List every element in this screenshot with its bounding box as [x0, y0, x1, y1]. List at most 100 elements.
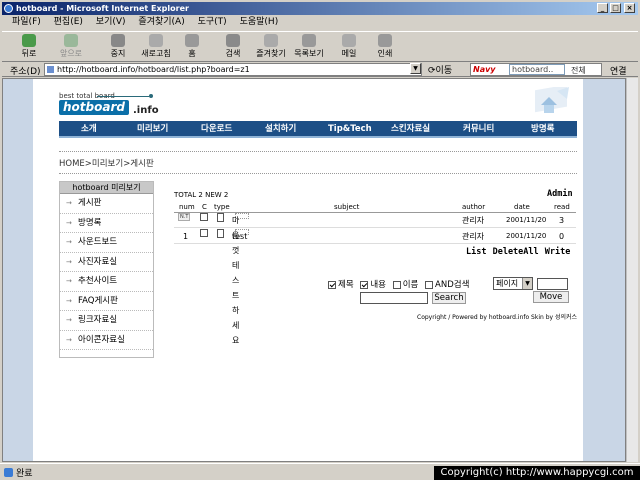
minimize-button[interactable]: _: [597, 3, 608, 13]
arrow-icon: →: [66, 218, 72, 227]
col-type: type: [214, 203, 230, 211]
sidebar-item-icons[interactable]: → 아이콘자료실: [60, 331, 153, 350]
name-checkbox[interactable]: [392, 280, 401, 289]
post-author[interactable]: 관리자: [462, 213, 484, 228]
sidebar-item-board[interactable]: → 게시판: [60, 194, 153, 214]
nav-item-community[interactable]: 커뮤니티: [463, 121, 494, 138]
sidebar-item-faq[interactable]: → FAQ게시판: [60, 292, 153, 311]
main-nav: 소개 미리보기 다운로드 설치하기 Tip&Tech 스킨자료실 커뮤니티 방명…: [59, 121, 577, 138]
arrow-icon: →: [66, 296, 72, 305]
and-search-checkbox[interactable]: [425, 280, 434, 289]
address-bar: 주소(D) http://hotboard.info/hotboard/list…: [2, 62, 638, 77]
arrow-icon: →: [66, 316, 72, 324]
nav-item-about[interactable]: 소개: [81, 121, 97, 138]
search-button[interactable]: 검색: [220, 34, 246, 62]
menu-view[interactable]: 보기(V): [96, 15, 126, 30]
menu-tools[interactable]: 도구(T): [198, 15, 227, 30]
menu-edit[interactable]: 편집(E): [54, 15, 83, 30]
history-button[interactable]: 목록보기: [290, 34, 328, 62]
col-subject: subject: [334, 203, 360, 211]
navy-scope-select[interactable]: 전체: [571, 65, 586, 76]
sidebar-item-recommended[interactable]: → 추천사이트: [60, 272, 153, 292]
col-read: read: [554, 203, 570, 211]
post-read-count: 0: [559, 232, 565, 241]
table-row: N.T 마음껏 테스트하세요 관리자 2001/11/20 3: [174, 213, 576, 345]
page-content: best total board hotboard .info 소개 미리보기 …: [33, 79, 583, 461]
move-button[interactable]: Move: [533, 291, 569, 303]
site-logo[interactable]: hotboard: [59, 100, 129, 115]
admin-link[interactable]: Admin: [547, 189, 573, 199]
maximize-button[interactable]: □: [610, 3, 621, 13]
forward-arrow-icon: [64, 34, 78, 47]
mail-icon: [342, 34, 356, 47]
nav-item-download[interactable]: 다운로드: [201, 121, 232, 138]
go-button[interactable]: ⟳이동: [428, 63, 452, 76]
sidebar-item-photos[interactable]: → 사진자료실: [60, 253, 153, 272]
nav-item-preview[interactable]: 미리보기: [137, 121, 168, 138]
ie-icon: [4, 4, 13, 13]
arrow-icon: →: [66, 335, 72, 344]
page-done-icon: [4, 468, 13, 477]
navy-logo: Navy: [473, 65, 496, 74]
address-dropdown-button[interactable]: ▼: [410, 63, 421, 74]
nav-item-tiptech[interactable]: Tip&Tech: [328, 121, 372, 138]
refresh-button[interactable]: 새로고침: [138, 34, 174, 62]
title-bar: hotboard - Microsoft Internet Explorer: [2, 2, 638, 15]
print-button[interactable]: 인쇄: [372, 34, 398, 62]
printer-icon: [378, 34, 392, 47]
stop-icon: [111, 34, 125, 47]
window-title: hotboard - Microsoft Internet Explorer: [16, 4, 189, 13]
new-badge-icon: [235, 213, 249, 219]
back-arrow-icon: [22, 34, 36, 47]
col-date: date: [514, 203, 530, 211]
menu-favorites[interactable]: 즐겨찾기(A): [138, 15, 184, 30]
chevron-down-icon: ▼: [522, 278, 532, 289]
navy-search-input[interactable]: hotboard..: [509, 64, 565, 75]
navy-search-toolbar: Navy hotboard.. 전체: [470, 63, 602, 76]
arrow-icon: →: [66, 199, 72, 207]
sidebar-item-guestbook[interactable]: → 방명록: [60, 214, 153, 233]
divider: [59, 173, 577, 174]
post-author[interactable]: 관리자: [462, 229, 484, 244]
board-actions[interactable]: List DeleteAll Write: [466, 247, 570, 257]
vertical-scrollbar[interactable]: [626, 78, 638, 462]
nav-item-guestbook[interactable]: 방명록: [531, 121, 554, 138]
menu-help[interactable]: 도움말(H): [240, 15, 279, 30]
col-author: author: [462, 203, 486, 211]
post-number: 1: [183, 232, 189, 241]
forward-button[interactable]: 앞으로: [54, 34, 88, 62]
back-button[interactable]: 뒤로: [14, 34, 44, 62]
page-viewport: best total board hotboard .info 소개 미리보기 …: [2, 78, 626, 462]
links-button[interactable]: 연결: [610, 64, 627, 77]
post-read-count: 3: [559, 216, 565, 225]
toolbar: 뒤로 앞으로 중지 새로고침 홈 검색 즐겨찾기 목록보기 메일 인쇄: [2, 31, 638, 62]
refresh-icon: [149, 34, 163, 47]
nav-item-install[interactable]: 설치하기: [265, 121, 296, 138]
table-row: 1 test 관리자 2001/11/20 0: [174, 229, 576, 244]
mail-button[interactable]: 메일: [336, 34, 362, 62]
search-input[interactable]: [360, 292, 428, 304]
page-icon: [47, 66, 54, 73]
left-background: [3, 79, 33, 461]
search-submit-button[interactable]: Search: [432, 292, 466, 304]
close-button[interactable]: ×: [624, 3, 635, 13]
right-background: [583, 79, 625, 461]
menu-file[interactable]: 파일(F): [12, 15, 41, 30]
arrow-icon: →: [66, 238, 72, 246]
subject-checkbox[interactable]: [328, 280, 336, 289]
page-select[interactable]: 페이지 ▼: [493, 277, 533, 290]
sidebar-item-soundboard[interactable]: → 사운드보드: [60, 233, 153, 253]
history-icon: [302, 34, 316, 47]
nav-item-skins[interactable]: 스킨자료실: [391, 121, 430, 138]
address-input[interactable]: http://hotboard.info/hotboard/list.php?b…: [44, 63, 422, 76]
home-button[interactable]: 홈: [182, 34, 202, 62]
favorites-button[interactable]: 즐겨찾기: [252, 34, 290, 62]
arrow-icon: →: [66, 277, 72, 285]
page-number-input[interactable]: [537, 278, 568, 290]
content-checkbox[interactable]: [360, 280, 369, 289]
divider: [59, 151, 577, 152]
sidebar-item-links[interactable]: → 링크자료실: [60, 311, 153, 331]
favorites-icon: [264, 34, 278, 47]
stop-button[interactable]: 중지: [106, 34, 130, 62]
post-date: 2001/11/20: [506, 216, 547, 224]
